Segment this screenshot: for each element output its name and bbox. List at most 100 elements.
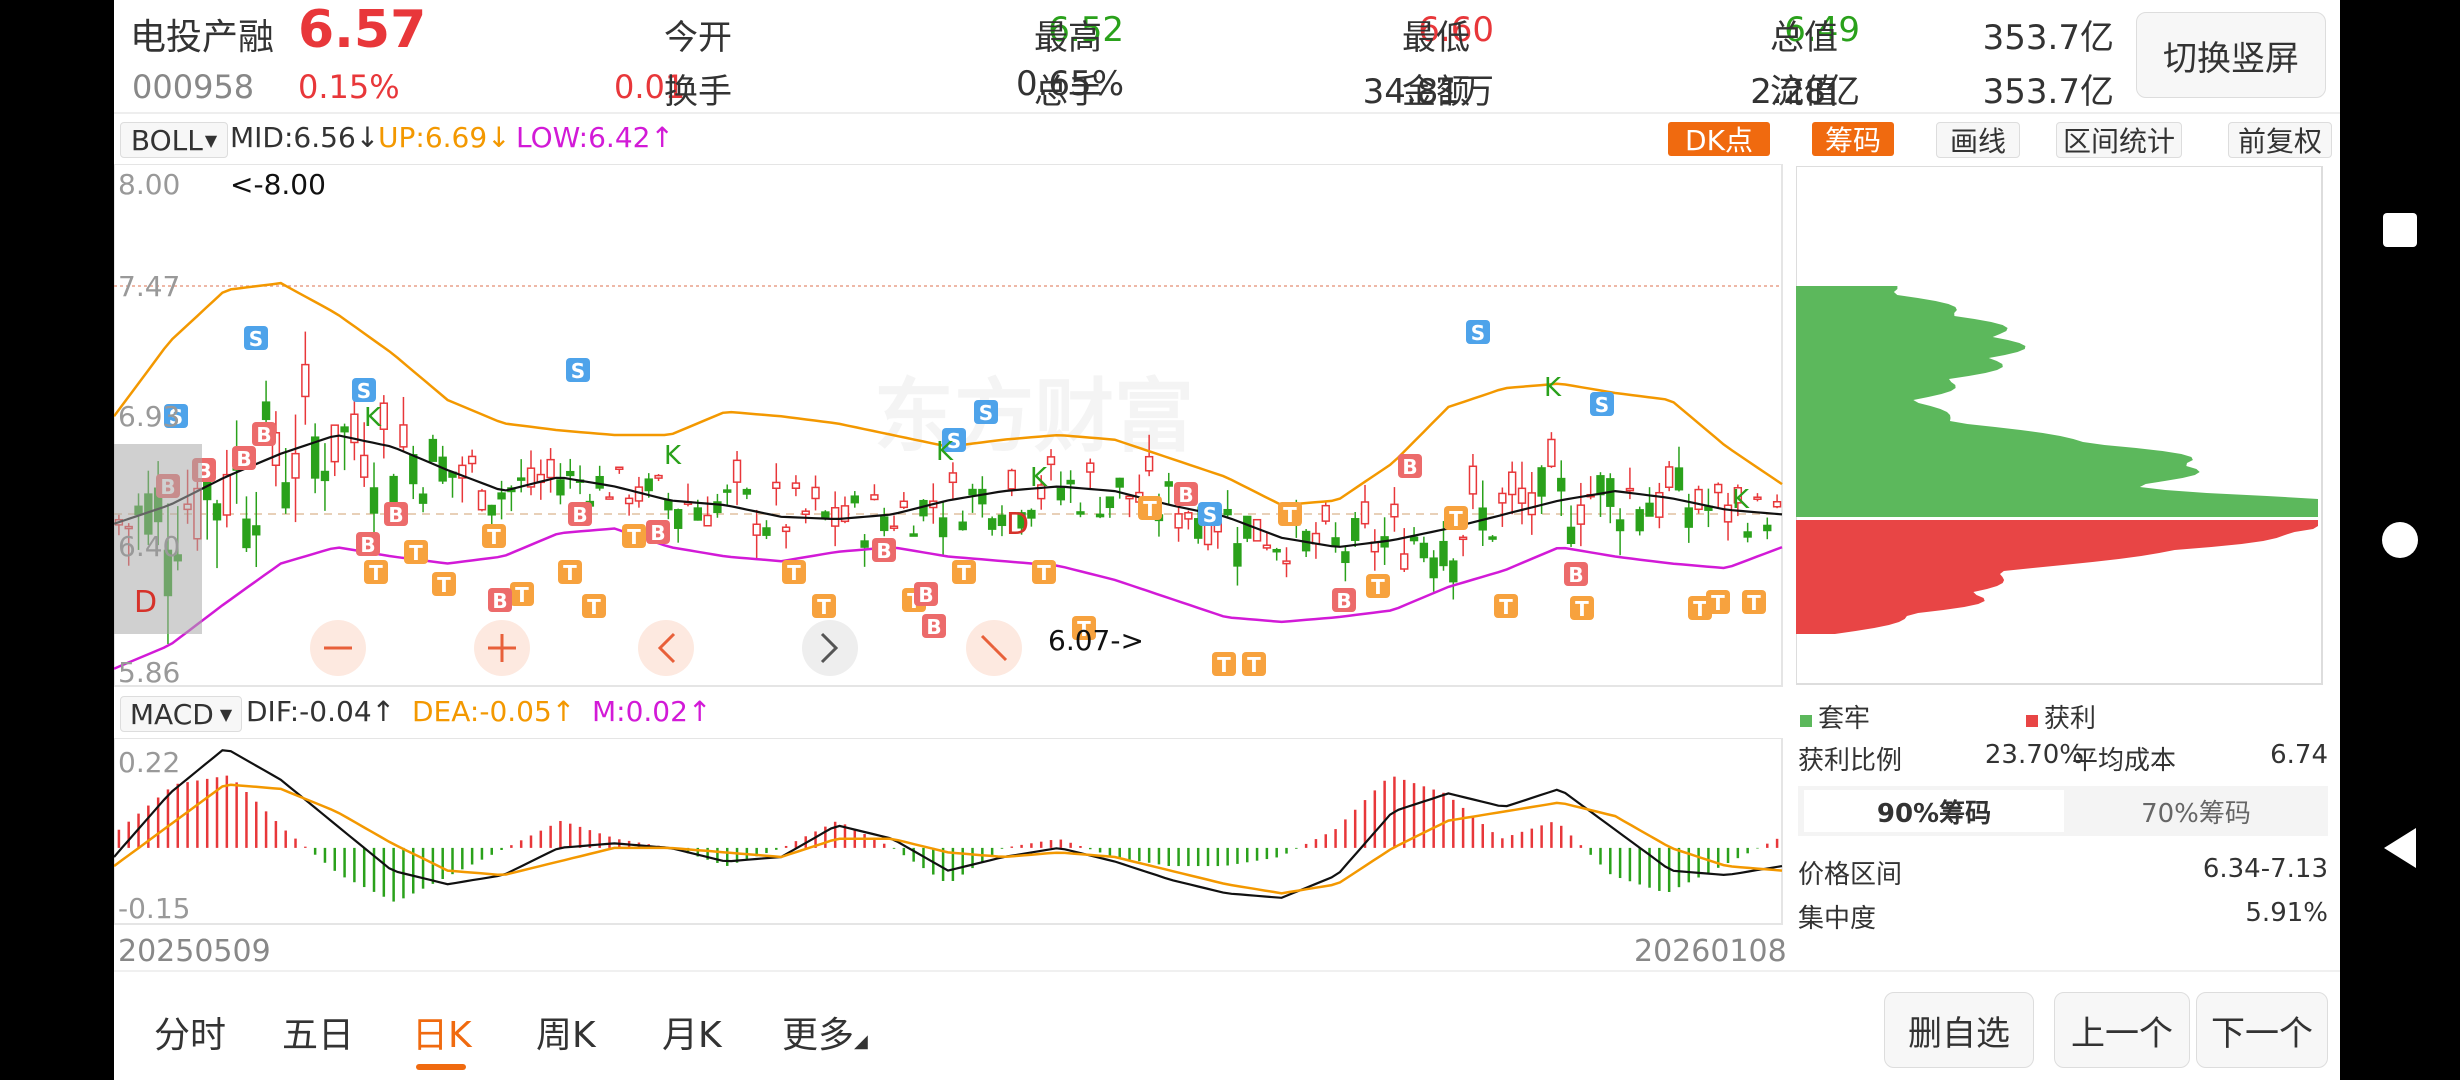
reset-zoom-button[interactable] <box>966 620 1022 676</box>
boll-up-value: UP:6.69 <box>378 121 488 154</box>
d-signal-mid: D <box>1006 507 1029 542</box>
candle-body <box>821 511 830 518</box>
tab-weekly-k[interactable]: 周K <box>536 1006 596 1058</box>
candle-body <box>1753 496 1762 500</box>
svg-text:T: T <box>1747 591 1761 615</box>
next-stock-button[interactable]: 下一个 <box>2196 992 2328 1068</box>
signal-marker-b: B <box>646 520 670 545</box>
tab-five-day[interactable]: 五日 <box>282 1006 354 1058</box>
signal-marker-t: T <box>482 524 506 549</box>
svg-text:T: T <box>409 541 423 565</box>
price-axis-bottom: 5.86 <box>118 656 180 688</box>
macd-dif: DIF:-0.04↑ <box>246 695 395 728</box>
candle-body <box>615 466 624 471</box>
d-signal-left: D <box>134 585 157 620</box>
signal-marker-k: K <box>664 441 682 471</box>
candle-body <box>1674 467 1684 491</box>
candle-body <box>1772 500 1782 508</box>
candle-body <box>968 488 977 496</box>
low-label: 最低 <box>1402 18 1470 58</box>
price-axis-mid2: 6.93 <box>118 400 180 433</box>
candle-body <box>752 523 761 536</box>
tab-monthly-k[interactable]: 月K <box>662 1006 722 1058</box>
tab-forward-adjust[interactable]: 前复权 <box>2228 122 2332 158</box>
switch-portrait-button[interactable]: 切换竖屏 <box>2136 12 2326 98</box>
arrow-up-icon: ↑ <box>551 695 576 728</box>
scroll-left-button[interactable] <box>638 620 694 676</box>
candle-body <box>958 521 967 531</box>
zoom-in-button[interactable] <box>474 620 530 676</box>
zoom-out-button[interactable] <box>310 620 366 676</box>
candle-body <box>1557 477 1566 492</box>
tab-range-stats[interactable]: 区间统计 <box>2056 122 2182 158</box>
chip-distribution-chart <box>1796 166 2323 685</box>
boll-mid-value: MID:6.56 <box>230 121 356 154</box>
boll-selector[interactable]: BOLL ▼ <box>120 122 228 158</box>
candle-body <box>1164 481 1173 487</box>
signal-marker-t: T <box>558 560 582 585</box>
candle-body <box>762 527 771 536</box>
macd-chart[interactable]: 0.22 -0.15 <box>114 738 1784 928</box>
signal-marker-t: T <box>1032 560 1056 585</box>
svg-text:T: T <box>369 561 383 585</box>
legend-swatch <box>1800 715 1812 727</box>
svg-text:B: B <box>572 503 587 527</box>
previous-stock-button[interactable]: 上一个 <box>2054 992 2190 1068</box>
tab-draw-line[interactable]: 画线 <box>1936 122 2020 158</box>
profit-ratio-label: 获利比例 <box>1798 746 1903 776</box>
candle-body <box>938 517 948 538</box>
signal-marker-t: T <box>1278 502 1302 527</box>
recents-icon[interactable] <box>2340 210 2460 250</box>
svg-text:T: T <box>487 525 501 549</box>
back-icon[interactable] <box>2340 826 2460 870</box>
candle-body <box>487 504 496 516</box>
candle-body <box>409 454 418 485</box>
signal-marker-t: T <box>510 582 534 607</box>
signal-marker-b: B <box>1332 588 1356 613</box>
tab-chips[interactable]: 筹码 <box>1812 122 1894 157</box>
macd-m: M:0.02↑ <box>592 695 711 728</box>
candle-body <box>880 516 889 532</box>
kline-chart[interactable]: 东方财富 TTTTTTTTTTTTTTTTTTTTTTTTTBBBBBBBBBB… <box>114 164 1784 688</box>
svg-text:T: T <box>515 583 529 607</box>
home-icon[interactable] <box>2340 520 2460 560</box>
svg-text:T: T <box>1143 497 1157 521</box>
tab-70-chips[interactable]: 70%筹码 <box>2066 790 2326 832</box>
signal-marker-b: B <box>922 614 946 639</box>
svg-text:T: T <box>1575 597 1589 621</box>
candle-body <box>889 525 899 529</box>
svg-text:T: T <box>817 595 831 619</box>
legend-profit: 获利 <box>2026 698 2096 735</box>
svg-text:T: T <box>787 561 801 585</box>
tab-intraday[interactable]: 分时 <box>154 1006 226 1058</box>
candle-body <box>1390 503 1399 518</box>
candle-body <box>1095 513 1105 518</box>
remove-watchlist-button[interactable]: 删自选 <box>1884 992 2034 1068</box>
macd-selector[interactable]: MACD ▼ <box>120 696 242 732</box>
stock-detail-screen: 电投产融 6.57 000958 0.15% 0.01 今开 6.52 最高 6… <box>114 0 2340 1080</box>
stock-code: 000958 <box>132 68 255 106</box>
price-axis-top: 8.00 <box>118 168 180 201</box>
candle-body <box>742 488 752 495</box>
candle-body <box>1439 540 1448 567</box>
candle-body <box>1282 560 1291 565</box>
arrow-down-icon: ↓ <box>355 121 380 154</box>
dk-point-button[interactable]: DK点 <box>1668 122 1770 157</box>
svg-text:B: B <box>650 521 665 545</box>
candle-body <box>1517 487 1527 504</box>
svg-text:B: B <box>1336 589 1351 613</box>
signal-marker-t: T <box>1742 590 1766 615</box>
candle-body <box>1184 512 1193 520</box>
candle-body <box>1351 518 1360 541</box>
scroll-right-button[interactable] <box>802 620 858 676</box>
svg-text:B: B <box>918 583 933 607</box>
tab-daily-k[interactable]: 日K <box>412 1006 472 1058</box>
legend-profit-label: 获利 <box>2044 704 2097 734</box>
tab-90-chips[interactable]: 90%筹码 <box>1804 790 2064 832</box>
signal-marker-s: S <box>566 358 590 383</box>
signal-marker-s: S <box>1466 320 1490 345</box>
stock-name: 电投产融 <box>130 17 275 58</box>
candle-body <box>556 479 565 496</box>
candle-body <box>360 454 369 478</box>
tab-more[interactable]: 更多◢ <box>782 1006 868 1058</box>
